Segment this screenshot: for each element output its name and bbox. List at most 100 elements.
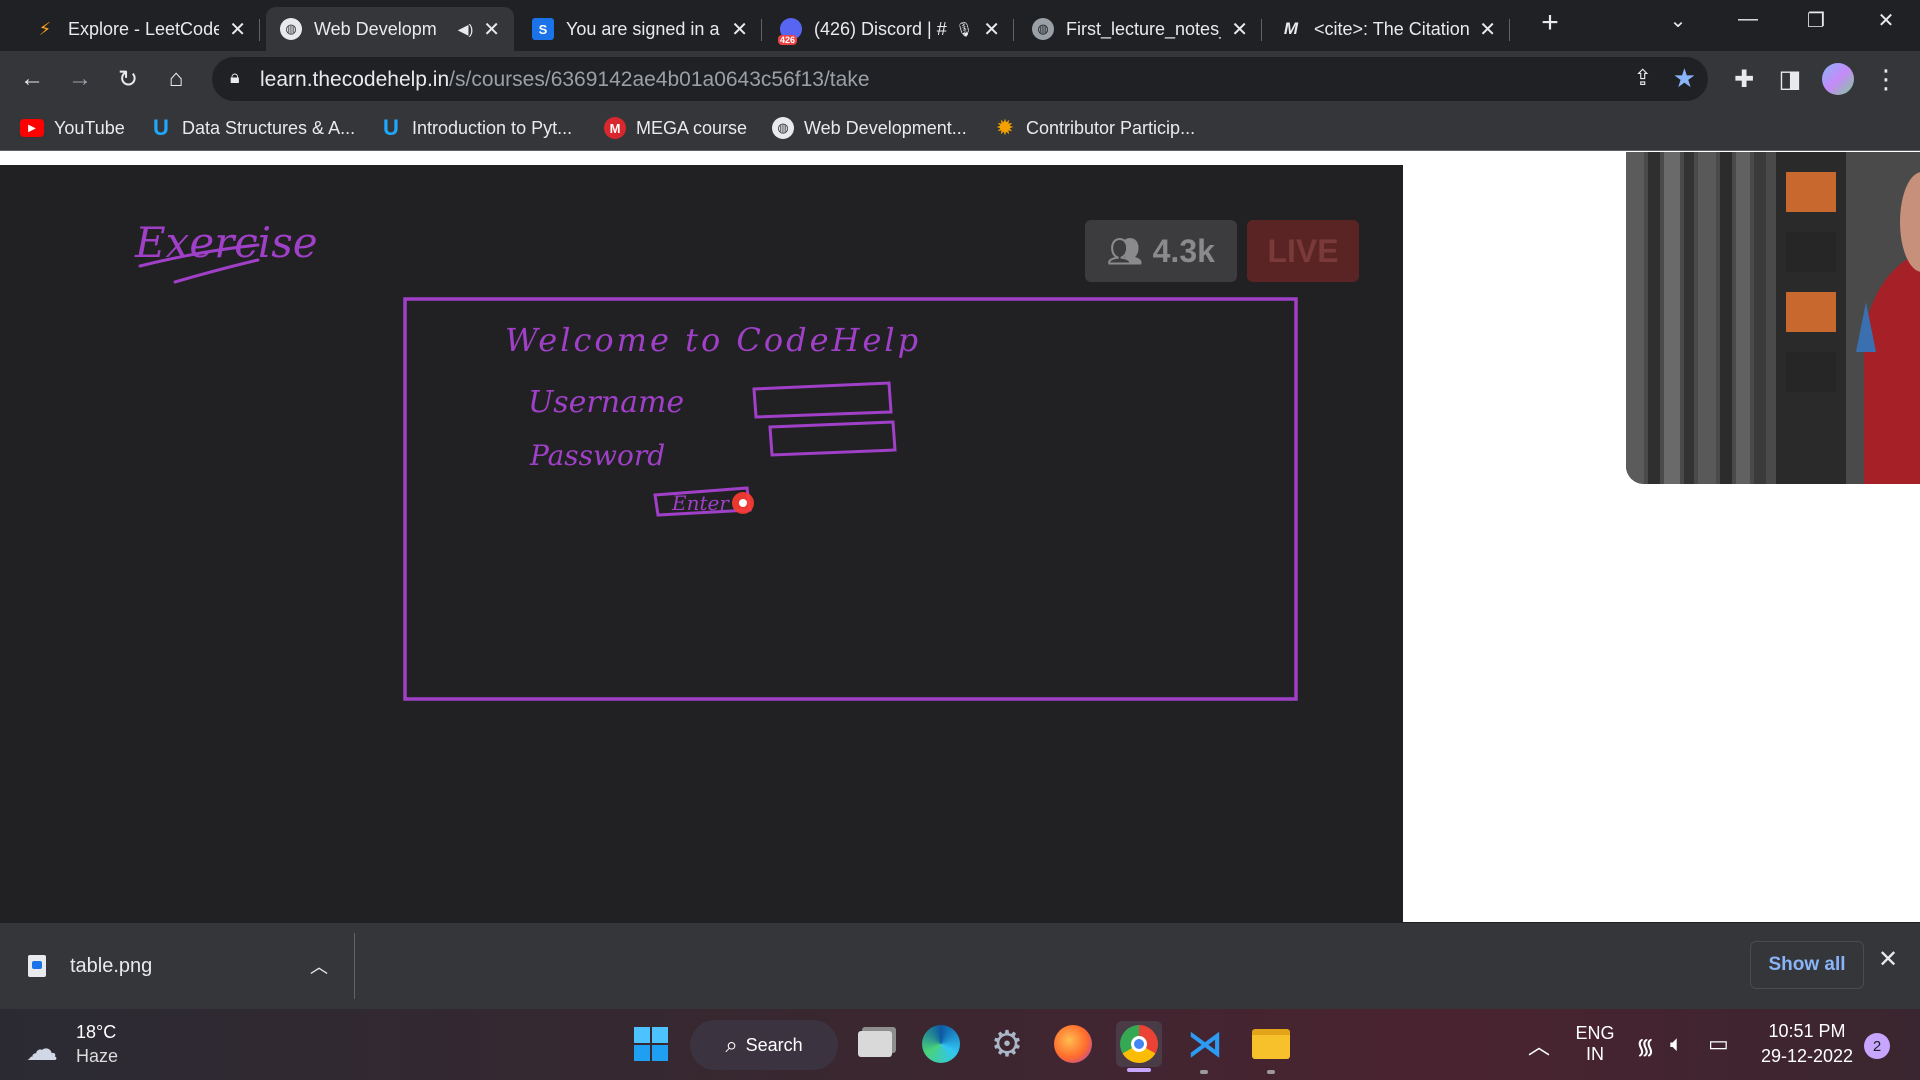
profile-avatar[interactable] <box>1818 59 1858 99</box>
bookmark-label: Introduction to Pyt... <box>412 117 573 138</box>
show-all-button[interactable]: Show all <box>1750 941 1864 989</box>
running-app-indicator <box>1200 1070 1208 1074</box>
leetcode-icon: ⚡ <box>38 18 52 39</box>
video-player[interactable]: Exercise Welcome to CodeHelp Username Pa… <box>0 165 1403 922</box>
menu-kebab-icon[interactable]: ⋮ <box>1866 59 1906 99</box>
bookmarks-bar: ▶ YouTube U Data Structures & A... U Int… <box>0 106 1920 151</box>
tab-discord[interactable]: 426 (426) Discord | # 🎙 ✕ <box>766 7 1014 51</box>
address-bar[interactable]: 🔒︎ learn.thecodehelp.in/s/courses/636914… <box>212 57 1708 101</box>
clock-date: 29-12-2022 <box>1760 1046 1854 1066</box>
whiteboard-password-label: Password <box>529 439 665 472</box>
tab-first-lecture-notes[interactable]: ◍ First_lecture_notes_ ✕ <box>1018 7 1262 51</box>
bookmark-web-development[interactable]: ◍ Web Development... <box>772 115 967 141</box>
close-tab-icon[interactable]: ✕ <box>483 17 500 42</box>
browser-toolbar: ← → ↻ ⌂ 🔒︎ learn.thecodehelp.in/s/course… <box>0 51 1920 106</box>
download-item[interactable]: table.png ︿ <box>28 945 328 987</box>
close-tab-icon[interactable]: ✕ <box>229 17 246 42</box>
emoji-icon: 🎙 <box>955 20 974 37</box>
globe-icon: ◍ <box>280 18 302 40</box>
tab-signed-in[interactable]: S You are signed in a ✕ <box>518 7 762 51</box>
clock[interactable]: 10:51 PM 29-12-2022 <box>1752 1021 1862 1067</box>
bookmark-star-icon[interactable]: ★ <box>1673 63 1696 94</box>
mega-icon: M <box>604 117 626 139</box>
file-explorer-icon[interactable] <box>1248 1021 1294 1067</box>
tab-leetcode[interactable]: ⚡ Explore - LeetCode ✕ <box>20 7 260 51</box>
firefox-icon[interactable] <box>1050 1021 1096 1067</box>
tab-cite-mdn[interactable]: M <cite>: The Citation ✕ <box>1266 7 1510 51</box>
search-label: Search <box>745 1034 803 1055</box>
webcam-feed <box>1626 152 1920 484</box>
discord-badge: 426 <box>778 35 798 45</box>
lock-icon[interactable]: 🔒︎ <box>230 67 240 88</box>
mdn-icon: M <box>1283 19 1299 38</box>
laser-pointer-core <box>739 499 747 507</box>
close-tab-icon[interactable]: ✕ <box>1479 17 1496 42</box>
tab-title: Explore - LeetCode <box>68 18 220 39</box>
live-badge: LIVE <box>1247 220 1359 282</box>
chrome-icon[interactable] <box>1116 1021 1162 1067</box>
windows-start-icon[interactable] <box>628 1021 674 1067</box>
tab-search-chevron-icon[interactable]: ⌄ <box>1658 8 1698 33</box>
active-app-indicator <box>1127 1068 1151 1072</box>
whiteboard-enter-label: Enter <box>671 491 730 515</box>
minimize-button[interactable]: — <box>1728 8 1768 31</box>
language-indicator[interactable]: ENG IN <box>1570 1023 1620 1065</box>
close-tab-icon[interactable]: ✕ <box>1231 17 1248 42</box>
language-code: ENG <box>1575 1023 1615 1043</box>
tab-title: (426) Discord | # <box>814 18 947 39</box>
edge-icon[interactable] <box>918 1021 964 1067</box>
chevron-up-icon[interactable]: ︿ <box>310 953 328 979</box>
volume-icon[interactable]: 🔈︎ <box>1670 1031 1683 1057</box>
taskbar-search[interactable]: ⌕ Search <box>690 1020 838 1070</box>
close-window-button[interactable]: ✕ <box>1866 8 1906 33</box>
tray-overflow-chevron-icon[interactable]: ︿ <box>1528 1029 1550 1061</box>
close-tab-icon[interactable]: ✕ <box>731 17 748 42</box>
restore-button[interactable]: ❐ <box>1796 8 1836 33</box>
close-download-bar-icon[interactable]: ✕ <box>1878 945 1898 974</box>
windows-taskbar: ☁ 18°C Haze ⌕ Search ⚙ ⋊ ︿ ENG IN ᯾ 🔈︎ ▭… <box>0 1009 1920 1080</box>
forward-button[interactable]: → <box>60 59 100 99</box>
search-icon: ⌕ <box>725 1032 738 1057</box>
vscode-icon[interactable]: ⋊ <box>1182 1021 1228 1067</box>
bookmark-label: MEGA course <box>636 117 748 138</box>
back-button[interactable]: ← <box>12 59 52 99</box>
bookmark-intro-python[interactable]: U Introduction to Pyt... <box>380 115 572 141</box>
side-panel-icon[interactable]: ◨ <box>1770 59 1810 99</box>
new-tab-button[interactable]: + <box>1530 6 1570 40</box>
youtube-icon: ▶ <box>20 119 44 137</box>
tab-title: Web Developm <box>314 18 437 39</box>
udemy-icon: U <box>153 115 169 140</box>
extensions-icon[interactable]: ✚ <box>1724 59 1764 99</box>
running-app-indicator <box>1267 1070 1275 1074</box>
clock-time: 10:51 PM <box>1768 1021 1846 1041</box>
tab-web-development[interactable]: ◍ Web Developm ◀) ✕ <box>266 7 514 51</box>
bookmark-label: Web Development... <box>804 117 967 138</box>
bookmark-label: YouTube <box>54 117 125 138</box>
battery-icon[interactable]: ▭ <box>1708 1031 1729 1057</box>
url-path: /s/courses/6369142ae4b01a0643c56f13/take <box>449 68 870 91</box>
share-icon[interactable]: ⇪ <box>1634 65 1652 91</box>
close-tab-icon[interactable]: ✕ <box>983 17 1000 42</box>
url-host: learn.thecodehelp.in <box>260 68 450 91</box>
notification-count-badge[interactable]: 2 <box>1864 1033 1890 1059</box>
weather-desc: Haze <box>76 1046 119 1066</box>
bookmark-data-structures[interactable]: U Data Structures & A... <box>150 115 355 141</box>
bookmark-contributor[interactable]: ✹ Contributor Particip... <box>994 115 1195 141</box>
bookmark-label: Contributor Particip... <box>1026 117 1196 138</box>
globe-icon: ◍ <box>1032 18 1054 40</box>
page-content: Exercise Welcome to CodeHelp Username Pa… <box>0 152 1920 922</box>
weather-widget[interactable]: ☁ 18°C Haze <box>24 1020 144 1070</box>
settings-gear-icon[interactable]: ⚙ <box>984 1021 1030 1067</box>
tab-strip: ⚡ Explore - LeetCode ✕ ◍ Web Developm ◀)… <box>0 0 1920 51</box>
speaker-icon[interactable]: ◀) <box>458 21 473 38</box>
viewer-count: 4.3k <box>1152 232 1215 269</box>
image-file-icon <box>28 955 46 977</box>
wifi-icon[interactable]: ᯾ <box>1636 1031 1655 1061</box>
weather-temp: 18°C <box>76 1022 117 1042</box>
reload-button[interactable]: ↻ <box>108 59 148 99</box>
bookmark-mega-course[interactable]: M MEGA course <box>604 115 747 141</box>
task-view-icon[interactable] <box>852 1021 898 1067</box>
discord-icon: 426 <box>778 18 802 45</box>
bookmark-youtube[interactable]: ▶ YouTube <box>20 115 125 141</box>
home-button[interactable]: ⌂ <box>156 59 196 99</box>
